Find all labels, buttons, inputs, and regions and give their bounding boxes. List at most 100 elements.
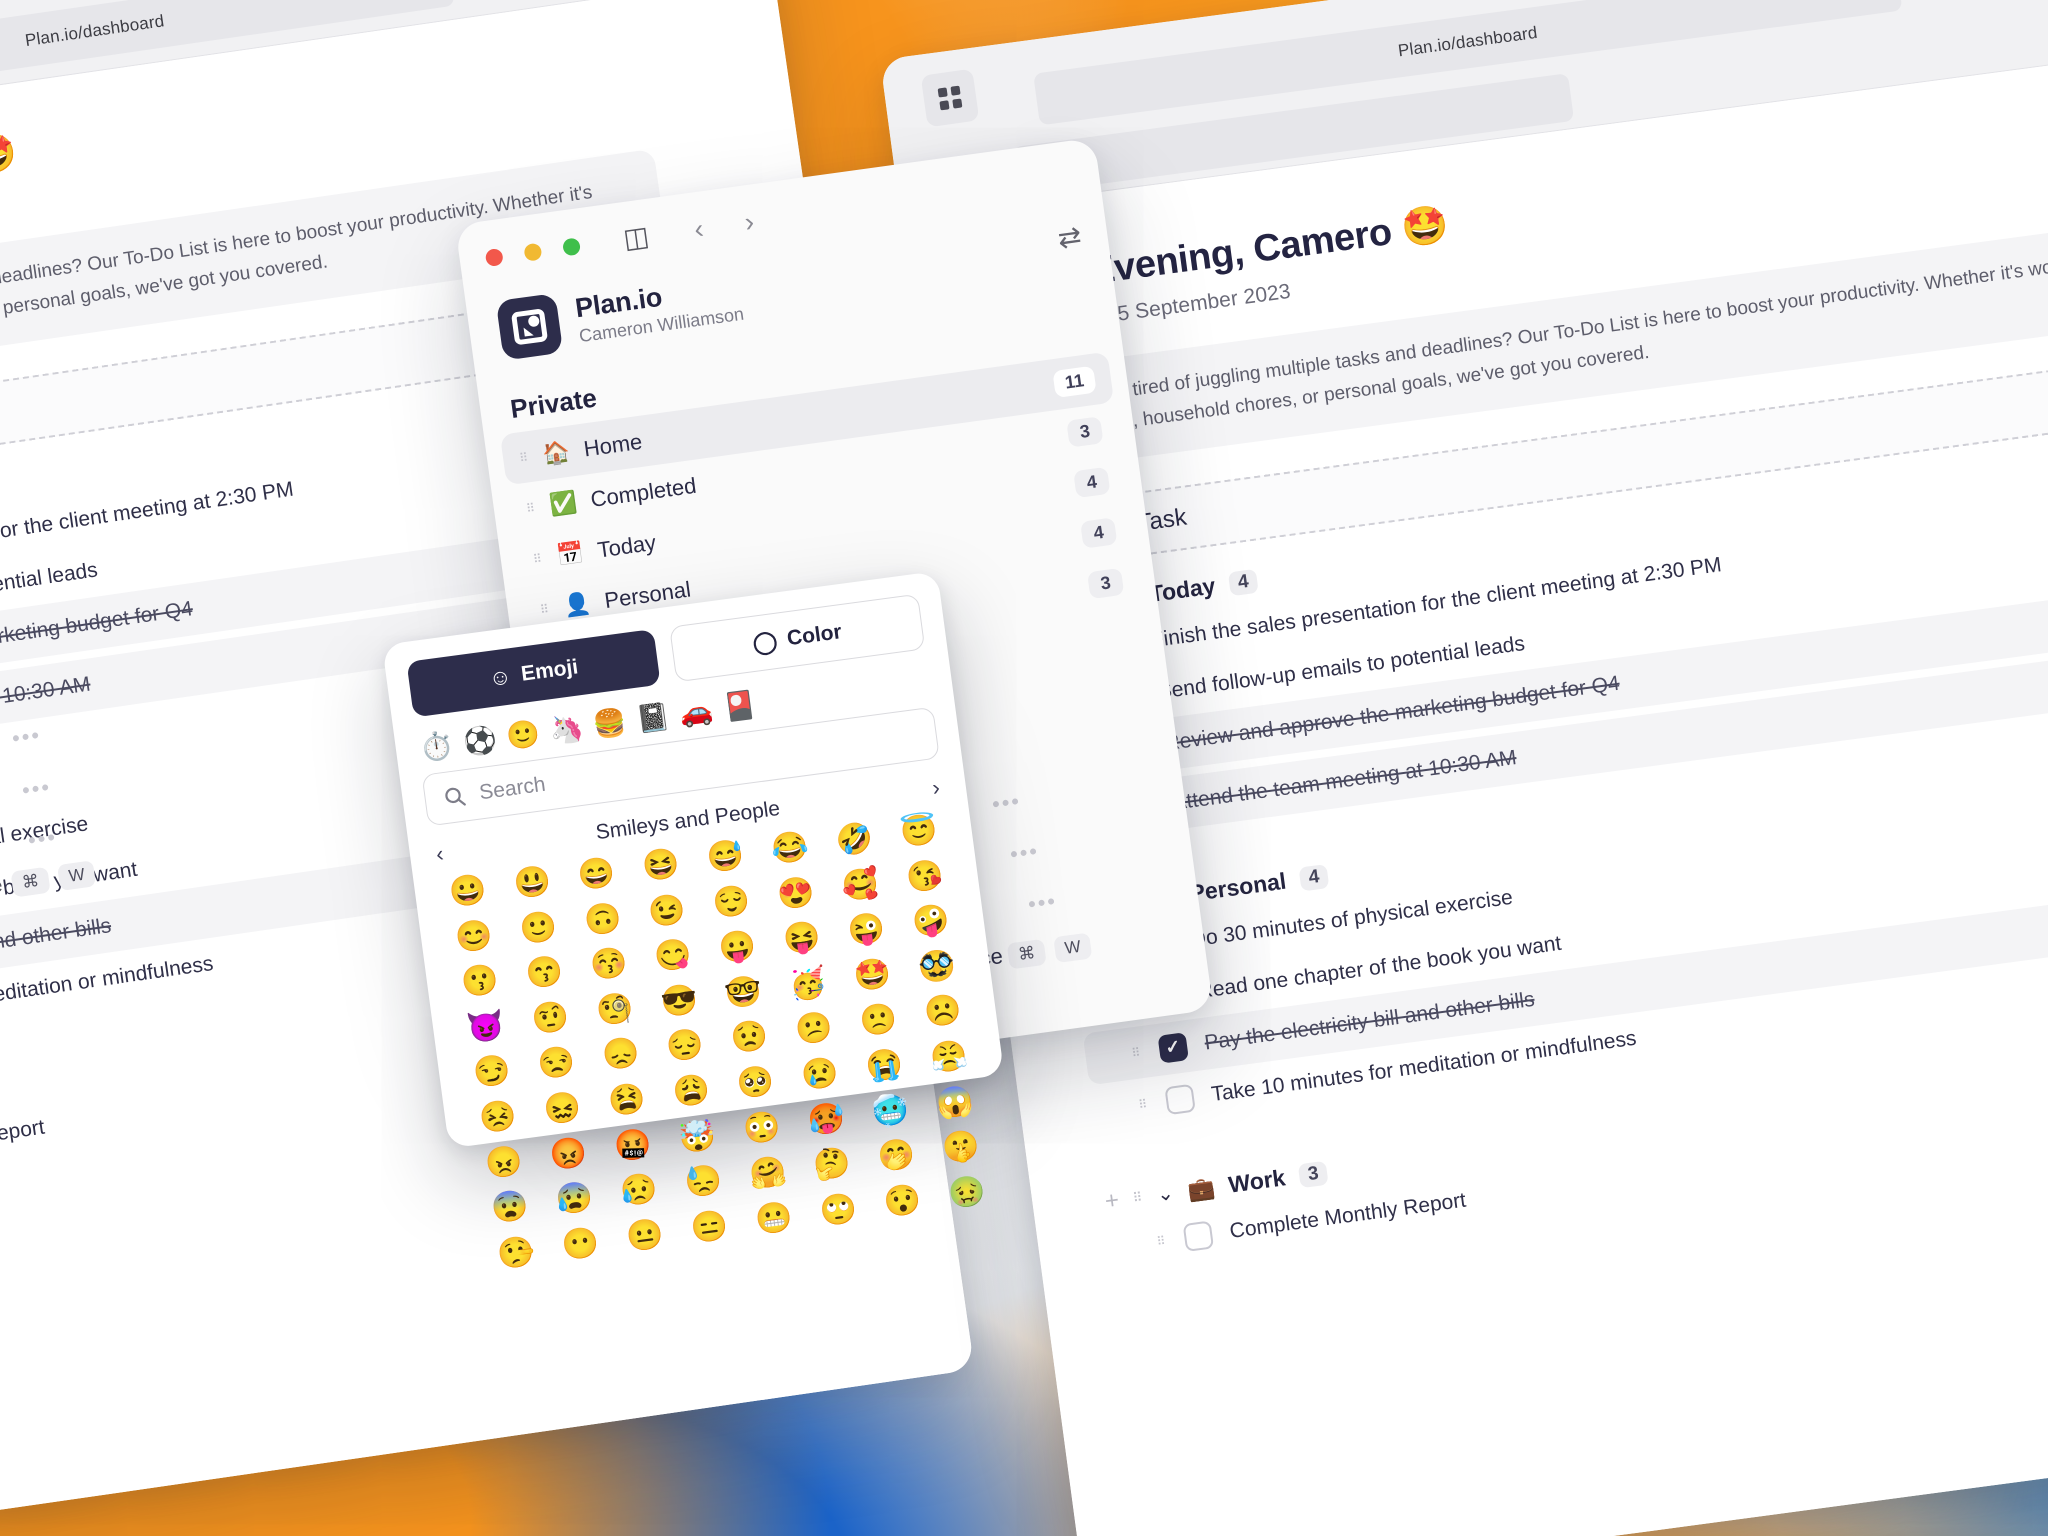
emoji-cell[interactable]: 😂	[757, 825, 823, 872]
recent-emoji[interactable]: 🎴	[721, 688, 759, 724]
drag-handle-icon[interactable]: ⠿	[1132, 1189, 1144, 1205]
toggle-sidebar-icon[interactable]: ◫	[621, 221, 650, 255]
left-overflow-menu-2[interactable]: •••	[20, 774, 52, 804]
emoji-cell[interactable]: 🤨	[518, 995, 584, 1042]
emoji-cell[interactable]: 😒	[524, 1040, 590, 1087]
emoji-cell[interactable]: 🤥	[483, 1229, 549, 1276]
emoji-cell[interactable]: 😳	[729, 1105, 795, 1152]
emoji-cell[interactable]: 😶	[548, 1221, 614, 1268]
emoji-cell[interactable]: 🥳	[775, 961, 841, 1008]
emoji-cell[interactable]: 😉	[634, 887, 700, 934]
emoji-cell[interactable]: 😀	[435, 868, 501, 915]
recent-emoji[interactable]: 🚗	[677, 694, 715, 730]
emoji-cell[interactable]: ☹️	[910, 989, 976, 1036]
drag-handle-icon[interactable]: ⠿	[532, 551, 544, 566]
back-icon[interactable]: ‹	[692, 213, 705, 245]
emoji-cell[interactable]: 🥺	[723, 1060, 789, 1107]
center-overflow-menu-2[interactable]: •••	[1008, 838, 1040, 868]
center-overflow-menu-3[interactable]: •••	[1026, 888, 1058, 918]
next-category-icon[interactable]: ›	[931, 775, 942, 802]
add-task-icon[interactable]: +	[1103, 1186, 1121, 1216]
emoji-cell[interactable]: 🤬	[600, 1122, 666, 1169]
kbd-cmd[interactable]: ⌘	[10, 866, 51, 898]
emoji-cell[interactable]: 🤔	[799, 1141, 865, 1188]
emoji-cell[interactable]: 🙂	[505, 905, 571, 952]
emoji-cell[interactable]: 😨	[477, 1184, 543, 1231]
emoji-cell[interactable]: 😌	[699, 879, 765, 926]
left-overflow-menu-1[interactable]: •••	[10, 722, 42, 752]
emoji-cell[interactable]: 🙁	[846, 997, 912, 1044]
drag-handle-icon[interactable]: ⠿	[1137, 1096, 1149, 1111]
emoji-cell[interactable]: 😘	[892, 853, 958, 900]
emoji-cell[interactable]: 😫	[594, 1077, 660, 1124]
emoji-cell[interactable]: 🥵	[793, 1096, 859, 1143]
task-checkbox[interactable]	[1164, 1083, 1196, 1115]
switch-account-icon[interactable]: ⇄	[1056, 219, 1084, 255]
emoji-cell[interactable]: 🤣	[822, 816, 888, 863]
emoji-cell[interactable]: 😠	[471, 1139, 537, 1186]
apps-grid-button[interactable]	[920, 68, 980, 128]
emoji-cell[interactable]: 😗	[447, 958, 513, 1005]
recent-emoji[interactable]: ⚽	[461, 723, 499, 759]
emoji-cell[interactable]: 🤪	[898, 898, 964, 945]
center-overflow-menu-1[interactable]: •••	[990, 788, 1022, 818]
recent-emoji[interactable]: 🦄	[548, 711, 586, 747]
emoji-cell[interactable]: 🤢	[934, 1169, 1000, 1216]
emoji-cell[interactable]: 🙄	[805, 1187, 871, 1234]
emoji-cell[interactable]: 😰	[542, 1176, 608, 1223]
emoji-cell[interactable]: 😟	[717, 1014, 783, 1061]
emoji-cell[interactable]: 😤	[916, 1034, 982, 1081]
emoji-cell[interactable]: 😓	[671, 1159, 737, 1206]
more-icon[interactable]: •••	[20, 774, 52, 803]
drag-handle-icon[interactable]: ⠿	[1131, 1045, 1143, 1060]
emoji-cell[interactable]: 😕	[781, 1006, 847, 1053]
emoji-cell[interactable]: 😡	[536, 1131, 602, 1178]
left-overflow-menu-3[interactable]: •••	[26, 824, 58, 854]
drag-handle-icon[interactable]: ⠿	[525, 500, 537, 515]
kbd-w[interactable]: W	[1053, 932, 1093, 964]
more-icon[interactable]: •••	[1026, 888, 1058, 917]
emoji-cell[interactable]: 😚	[576, 941, 642, 988]
emoji-cell[interactable]: 😢	[787, 1051, 853, 1098]
kbd-w[interactable]: W	[57, 860, 97, 892]
more-icon[interactable]: •••	[10, 722, 42, 751]
recent-emoji[interactable]: ⏱️	[418, 729, 456, 765]
close-traffic-light-icon[interactable]	[484, 247, 504, 268]
more-icon[interactable]: •••	[990, 788, 1022, 817]
emoji-cell[interactable]: 😆	[628, 842, 694, 889]
kbd-cmd[interactable]: ⌘	[1006, 938, 1047, 970]
task-checkbox[interactable]: ✓	[1157, 1031, 1189, 1064]
minimize-traffic-light-icon[interactable]	[523, 242, 543, 262]
emoji-cell[interactable]: 😛	[705, 924, 771, 971]
more-icon[interactable]: •••	[1008, 838, 1040, 867]
emoji-cell[interactable]: 😣	[465, 1094, 531, 1141]
recent-emoji[interactable]: 🍔	[591, 705, 629, 741]
emoji-cell[interactable]: 😜	[834, 907, 900, 954]
drag-handle-icon[interactable]: ⠿	[539, 601, 551, 616]
emoji-cell[interactable]: 🥰	[828, 862, 894, 909]
maximize-traffic-light-icon[interactable]	[561, 237, 582, 257]
emoji-cell[interactable]: 🥸	[904, 943, 970, 990]
emoji-cell[interactable]: 😔	[652, 1023, 718, 1070]
emoji-cell[interactable]: 😭	[852, 1042, 918, 1089]
emoji-cell[interactable]: 😙	[512, 950, 578, 997]
emoji-cell[interactable]: 😖	[530, 1085, 596, 1132]
emoji-cell[interactable]: 😃	[499, 859, 565, 906]
emoji-cell[interactable]: 😥	[606, 1167, 672, 1214]
emoji-cell[interactable]: 😄	[564, 851, 630, 898]
emoji-cell[interactable]: 🤫	[928, 1124, 994, 1171]
emoji-cell[interactable]: 😝	[769, 915, 835, 962]
emoji-cell[interactable]: 😇	[886, 808, 952, 855]
emoji-cell[interactable]: 🤩	[840, 952, 906, 999]
emoji-cell[interactable]: 😊	[441, 913, 507, 960]
emoji-picker-panel[interactable]: ☺ Emoji ◯ Color ⏱️ ⚽ 🙂 🦄 🍔 📓 🚗 🎴 Search	[382, 570, 1005, 1272]
emoji-cell[interactable]: 🧐	[582, 986, 648, 1033]
emoji-cell[interactable]: 😞	[588, 1032, 654, 1079]
emoji-cell[interactable]: 😑	[677, 1204, 743, 1251]
chevron-down-icon[interactable]: ⌄	[1155, 1180, 1176, 1207]
emoji-cell[interactable]: 😐	[612, 1212, 678, 1259]
recent-emoji[interactable]: 🙂	[504, 717, 542, 753]
drag-handle-icon[interactable]: ⠿	[1156, 1233, 1168, 1248]
emoji-cell[interactable]: 🤯	[664, 1113, 730, 1160]
emoji-cell[interactable]: 🙃	[570, 896, 636, 943]
